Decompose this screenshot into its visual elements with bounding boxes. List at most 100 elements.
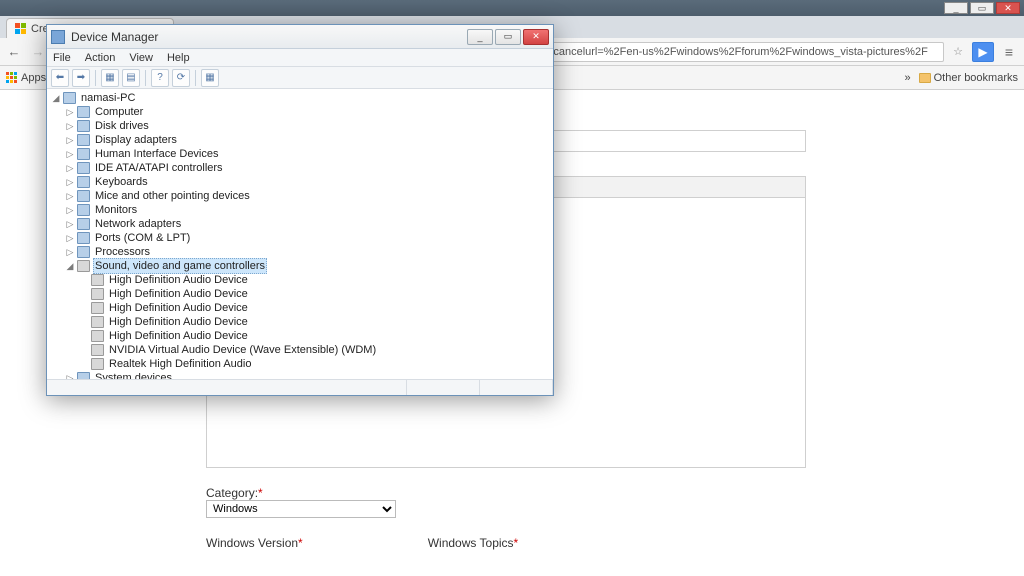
tree-node[interactable]: ▷ Ports (COM & LPT): [51, 231, 549, 245]
extension-button[interactable]: ▶: [972, 42, 994, 62]
device-icon: [63, 92, 76, 104]
expander-icon[interactable]: ▷: [65, 161, 75, 175]
tree-node[interactable]: High Definition Audio Device: [51, 287, 549, 301]
tree-label: Network adapters: [93, 217, 183, 231]
tb-btn[interactable]: ▦: [201, 69, 219, 87]
device-icon: [91, 330, 104, 342]
tree-node[interactable]: ▷ System devices: [51, 371, 549, 379]
tree-node[interactable]: ▷IDE ATA/ATAPI controllers: [51, 161, 549, 175]
expander-icon[interactable]: ▷: [65, 217, 75, 231]
tree-node[interactable]: ▷Human Interface Devices: [51, 147, 549, 161]
tree-node[interactable]: ▷ Mice and other pointing devices: [51, 189, 549, 203]
expander-icon[interactable]: ▷: [65, 371, 75, 379]
tree-label: High Definition Audio Device: [107, 273, 250, 287]
back-button[interactable]: ←: [4, 42, 24, 62]
tree-node[interactable]: ◢ namasi-PC: [51, 91, 549, 105]
tree-node[interactable]: High Definition Audio Device: [51, 301, 549, 315]
tree-label: Display adapters: [93, 133, 179, 147]
device-icon: [91, 358, 104, 370]
dm-close-button[interactable]: ✕: [523, 29, 549, 45]
tree-label: Disk drives: [93, 119, 151, 133]
tree-node[interactable]: ◢ Sound, video and game controllers: [51, 259, 549, 273]
expander-icon[interactable]: ▷: [65, 119, 75, 133]
category-select[interactable]: Windows: [206, 500, 396, 518]
tb-properties-icon[interactable]: ▤: [122, 69, 140, 87]
tree-node[interactable]: High Definition Audio Device: [51, 273, 549, 287]
tree-node[interactable]: ▷ Display adapters: [51, 133, 549, 147]
tree-label: Processors: [93, 245, 152, 259]
device-icon: [91, 344, 104, 356]
tree-label: NVIDIA Virtual Audio Device (Wave Extens…: [107, 343, 378, 357]
bookmark-star-icon[interactable]: ☆: [948, 45, 968, 58]
device-icon: [77, 162, 90, 174]
device-icon: [77, 106, 90, 118]
apps-shortcut[interactable]: Apps: [6, 72, 46, 84]
os-maximize-button[interactable]: ▭: [970, 2, 994, 14]
dm-statusbar: [47, 379, 553, 395]
expander-icon[interactable]: ▷: [65, 175, 75, 189]
dm-title: Device Manager: [71, 30, 158, 44]
tb-scan-icon[interactable]: ▦: [101, 69, 119, 87]
device-icon: [77, 134, 90, 146]
dm-app-icon: [51, 30, 65, 44]
expander-icon[interactable]: ▷: [65, 245, 75, 259]
expander-icon[interactable]: ▷: [65, 189, 75, 203]
tree-node[interactable]: ▷ Keyboards: [51, 175, 549, 189]
tree-node[interactable]: ▷ Monitors: [51, 203, 549, 217]
tree-label: Ports (COM & LPT): [93, 231, 192, 245]
tb-help-icon[interactable]: ?: [151, 69, 169, 87]
device-icon: [77, 246, 90, 258]
tree-node[interactable]: NVIDIA Virtual Audio Device (Wave Extens…: [51, 343, 549, 357]
expander-icon[interactable]: ◢: [51, 91, 61, 105]
menu-help[interactable]: Help: [167, 52, 190, 64]
chrome-menu-icon[interactable]: ≡: [998, 44, 1020, 60]
menu-view[interactable]: View: [129, 52, 153, 64]
tree-label: High Definition Audio Device: [107, 301, 250, 315]
nav-back-icon[interactable]: ⬅: [51, 69, 69, 87]
expander-icon[interactable]: ◢: [65, 259, 75, 273]
device-icon: [77, 148, 90, 160]
menu-file[interactable]: File: [53, 52, 71, 64]
tb-refresh-icon[interactable]: ⟳: [172, 69, 190, 87]
tree-label: Realtek High Definition Audio: [107, 357, 253, 371]
folder-icon: [919, 73, 931, 83]
os-minimize-button[interactable]: _: [944, 2, 968, 14]
version-label: Windows Version: [206, 536, 298, 550]
device-tree[interactable]: ◢namasi-PC▷Computer▷Disk drives▷Display …: [47, 89, 553, 379]
expander-icon[interactable]: ▷: [65, 105, 75, 119]
tree-node[interactable]: ▷ Processors: [51, 245, 549, 259]
os-close-button[interactable]: ✕: [996, 2, 1020, 14]
dm-menubar: File Action View Help: [47, 49, 553, 67]
device-icon: [77, 260, 90, 272]
tree-label: namasi-PC: [79, 91, 137, 105]
tree-node[interactable]: High Definition Audio Device: [51, 329, 549, 343]
category-label: Category:: [206, 486, 258, 500]
tree-node[interactable]: Realtek High Definition Audio: [51, 357, 549, 371]
device-icon: [77, 372, 90, 379]
tree-label: High Definition Audio Device: [107, 329, 250, 343]
dm-maximize-button[interactable]: ▭: [495, 29, 521, 45]
expander-icon[interactable]: ▷: [65, 133, 75, 147]
expander-icon[interactable]: ▷: [65, 231, 75, 245]
forward-button[interactable]: →: [28, 42, 48, 62]
menu-action[interactable]: Action: [85, 52, 116, 64]
nav-forward-icon[interactable]: ➡: [72, 69, 90, 87]
tree-node[interactable]: ▷ Network adapters: [51, 217, 549, 231]
expander-icon[interactable]: ▷: [65, 147, 75, 161]
dm-titlebar[interactable]: Device Manager _ ▭ ✕: [47, 25, 553, 49]
tree-label: High Definition Audio Device: [107, 287, 250, 301]
tree-label: Sound, video and game controllers: [93, 258, 267, 274]
expander-icon[interactable]: ▷: [65, 203, 75, 217]
device-icon: [77, 190, 90, 202]
bookmarks-overflow[interactable]: »: [905, 72, 911, 84]
tree-label: Keyboards: [93, 175, 150, 189]
tree-label: System devices: [93, 371, 174, 379]
tree-node[interactable]: High Definition Audio Device: [51, 315, 549, 329]
dm-minimize-button[interactable]: _: [467, 29, 493, 45]
other-bookmarks[interactable]: Other bookmarks: [919, 72, 1018, 84]
tree-label: Mice and other pointing devices: [93, 189, 252, 203]
tree-label: Monitors: [93, 203, 139, 217]
tree-node[interactable]: ▷ Disk drives: [51, 119, 549, 133]
tree-node[interactable]: ▷Computer: [51, 105, 549, 119]
device-icon: [77, 204, 90, 216]
